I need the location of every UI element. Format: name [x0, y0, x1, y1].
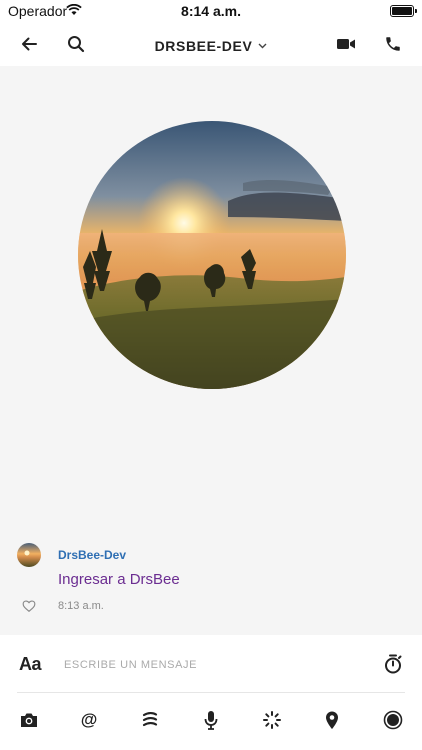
avatar[interactable]: [17, 543, 41, 567]
status-time: 8:14 a.m.: [181, 3, 241, 19]
conversation-area[interactable]: DrsBee-Dev Ingresar a DrsBee 8:13 a.m.: [0, 66, 422, 635]
phone-icon[interactable]: [379, 30, 407, 58]
heart-icon[interactable]: [22, 599, 36, 613]
chat-message: DrsBee-Dev Ingresar a DrsBee 8:13 a.m.: [0, 539, 422, 635]
message-timestamp: 8:13 a.m.: [58, 600, 104, 612]
at-icon[interactable]: @: [77, 708, 101, 732]
camera-icon[interactable]: [17, 708, 41, 732]
nav-bar: DRSBEE-DEV: [0, 22, 422, 66]
conversation-title-label: DRSBEE-DEV: [154, 38, 253, 54]
message-input[interactable]: [62, 653, 366, 677]
timer-icon[interactable]: [382, 653, 404, 675]
message-sender[interactable]: DrsBee-Dev: [58, 548, 126, 562]
location-pin-icon[interactable]: [320, 708, 344, 732]
chevron-down-icon: [258, 36, 267, 52]
record-icon[interactable]: [381, 708, 405, 732]
giphy-icon[interactable]: [138, 708, 162, 732]
conversation-cover-image: [78, 121, 346, 389]
microphone-icon[interactable]: [199, 708, 223, 732]
video-call-icon[interactable]: [332, 30, 360, 58]
sparkle-icon[interactable]: [260, 708, 284, 732]
status-bar: Operador 8:14 a.m.: [0, 0, 422, 22]
message-text[interactable]: Ingresar a DrsBee: [58, 571, 180, 588]
text-format-button[interactable]: Aa: [19, 654, 42, 675]
battery-icon: [390, 5, 417, 17]
composer-toolbar: @: [0, 693, 422, 750]
message-composer: Aa @: [0, 635, 422, 750]
